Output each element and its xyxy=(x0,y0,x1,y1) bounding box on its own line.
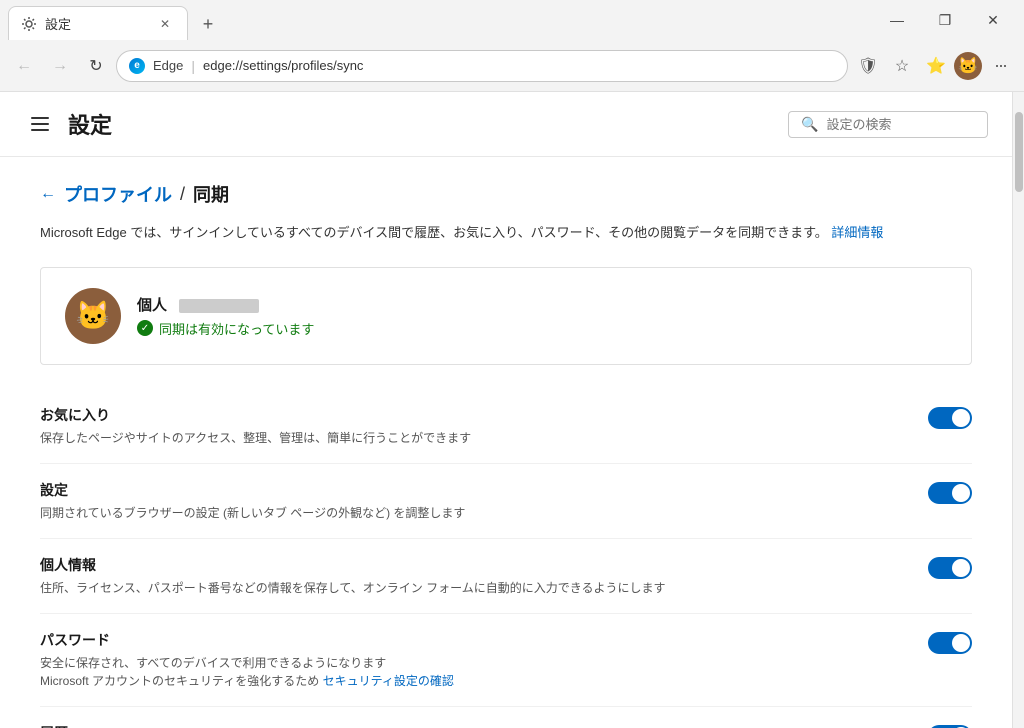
profile-name: 個人 xyxy=(137,294,314,315)
sync-item-passwords: パスワード 安全に保存され、すべてのデバイスで利用できるようになります Micr… xyxy=(40,614,972,707)
breadcrumb-current: 同期 xyxy=(193,181,229,207)
tab-group: 設定 ✕ + xyxy=(8,0,224,40)
scrollbar-thumb[interactable] xyxy=(1015,112,1023,192)
favorites-toggle-switch[interactable] xyxy=(928,407,972,429)
breadcrumb-separator: / xyxy=(180,184,185,205)
favorites-icon[interactable]: ☆ xyxy=(886,50,918,82)
sync-items-list: お気に入り 保存したページやサイトのアクセス、整理、管理は、簡単に行うことができ… xyxy=(40,389,972,728)
profile-picture: 🐱 xyxy=(65,288,121,344)
personal-info-toggle[interactable] xyxy=(928,557,972,579)
refresh-button[interactable]: ↻ xyxy=(80,50,112,82)
shield-icon[interactable]: 🛡 xyxy=(852,50,884,82)
close-button[interactable]: ✕ xyxy=(970,0,1016,40)
history-toggle-switch[interactable] xyxy=(928,725,972,728)
learn-more-link[interactable]: 詳細情報 xyxy=(831,225,883,240)
collections-icon[interactable]: ⭐ xyxy=(920,50,952,82)
more-button[interactable]: ··· xyxy=(984,50,1016,82)
sync-item-favorites-title: お気に入り xyxy=(40,405,912,425)
new-tab-button[interactable]: + xyxy=(192,8,224,40)
personal-info-toggle-switch[interactable] xyxy=(928,557,972,579)
address-separator: | xyxy=(191,58,195,74)
passwords-toggle-knob xyxy=(952,634,970,652)
hamburger-button[interactable] xyxy=(24,108,56,140)
sync-status: ✓ 同期は有効になっています xyxy=(137,319,314,338)
history-toggle[interactable] xyxy=(928,725,972,728)
passwords-toggle-switch[interactable] xyxy=(928,632,972,654)
title-bar-right: — ❐ ✕ xyxy=(874,0,1016,40)
hamburger-line-3 xyxy=(31,129,49,131)
tab-title: 設定 xyxy=(45,14,147,33)
sync-item-settings-info: 設定 同期されているブラウザーの設定 (新しいタブ ページの外観など) を調整し… xyxy=(40,480,912,522)
edge-logo: e xyxy=(129,58,145,74)
address-url: edge://settings/profiles/sync xyxy=(203,58,835,73)
page-content: ← プロファイル / 同期 Microsoft Edge では、サインインしてい… xyxy=(0,157,1012,728)
browser-window: 設定 ✕ + — ❐ ✕ ← → ↻ e Edge | edge://setti… xyxy=(0,0,1024,728)
settings-toggle[interactable] xyxy=(928,482,972,504)
profile-avatar[interactable]: 🐱 xyxy=(954,52,982,80)
security-settings-link[interactable]: セキュリティ設定の確認 xyxy=(323,674,454,688)
settings-toggle-knob xyxy=(952,484,970,502)
sync-item-passwords-title: パスワード xyxy=(40,630,912,650)
title-bar: 設定 ✕ + — ❐ ✕ xyxy=(0,0,1024,40)
scrollbar[interactable] xyxy=(1012,92,1024,728)
breadcrumb-profile-link[interactable]: プロファイル xyxy=(64,181,172,207)
favorites-toggle-knob xyxy=(952,409,970,427)
hamburger-line-2 xyxy=(31,123,49,125)
sync-item-favorites-desc: 保存したページやサイトのアクセス、整理、管理は、簡単に行うことができます xyxy=(40,429,912,447)
address-bar: ← → ↻ e Edge | edge://settings/profiles/… xyxy=(0,40,1024,92)
sync-item-history: 履歴 Microsoft Edge でアクセスした Web ページを確認できます xyxy=(40,707,972,728)
passwords-toggle[interactable] xyxy=(928,632,972,654)
sync-item-passwords-desc: 安全に保存され、すべてのデバイスで利用できるようになります Microsoft … xyxy=(40,654,912,690)
profile-card: 🐱 個人 ✓ 同期は有効になっています xyxy=(40,267,972,365)
favorites-toggle[interactable] xyxy=(928,407,972,429)
address-brand: Edge xyxy=(153,58,183,73)
back-button[interactable]: ← xyxy=(8,50,40,82)
sync-item-personal-info-title: 個人情報 xyxy=(40,555,912,575)
tab-close-button[interactable]: ✕ xyxy=(155,14,175,34)
sync-item-favorites-info: お気に入り 保存したページやサイトのアクセス、整理、管理は、簡単に行うことができ… xyxy=(40,405,912,447)
settings-search-box[interactable]: 🔍 xyxy=(788,111,988,138)
profile-info: 個人 ✓ 同期は有効になっています xyxy=(137,294,314,338)
sync-item-personal-info-info: 個人情報 住所、ライセンス、パスポート番号などの情報を保存して、オンライン フォ… xyxy=(40,555,912,597)
sync-item-history-info: 履歴 Microsoft Edge でアクセスした Web ページを確認できます xyxy=(40,723,912,728)
search-icon: 🔍 xyxy=(801,116,818,133)
hamburger-line-1 xyxy=(31,117,49,119)
title-bar-left: 設定 ✕ + xyxy=(8,0,224,40)
sync-item-personal-info: 個人情報 住所、ライセンス、パスポート番号などの情報を保存して、オンライン フォ… xyxy=(40,539,972,614)
address-actions: 🛡 ☆ ⭐ 🐱 ··· xyxy=(852,50,1016,82)
personal-info-toggle-knob xyxy=(952,559,970,577)
maximize-button[interactable]: ❐ xyxy=(922,0,968,40)
profile-name-blurred xyxy=(179,299,259,313)
sync-item-settings-title: 設定 xyxy=(40,480,912,500)
settings-title: 設定 xyxy=(68,108,112,140)
main-content: 設定 🔍 ← プロファイル / 同期 Microsoft Edg xyxy=(0,92,1024,728)
forward-button[interactable]: → xyxy=(44,50,76,82)
breadcrumb-back-button[interactable]: ← xyxy=(40,185,56,203)
sync-description: Microsoft Edge では、サインインしているすべてのデバイス間で履歴、… xyxy=(40,223,972,243)
sync-item-personal-info-desc: 住所、ライセンス、パスポート番号などの情報を保存して、オンライン フォームに自動… xyxy=(40,579,912,597)
settings-search-input[interactable] xyxy=(826,117,975,132)
sync-item-settings-desc: 同期されているブラウザーの設定 (新しいタブ ページの外観など) を調整します xyxy=(40,504,912,522)
content-area: 設定 🔍 ← プロファイル / 同期 Microsoft Edg xyxy=(0,92,1012,728)
settings-toggle-switch[interactable] xyxy=(928,482,972,504)
sync-status-icon: ✓ xyxy=(137,320,153,336)
minimize-button[interactable]: — xyxy=(874,0,920,40)
active-tab[interactable]: 設定 ✕ xyxy=(8,6,188,40)
address-input[interactable]: e Edge | edge://settings/profiles/sync xyxy=(116,50,848,82)
sync-item-passwords-info: パスワード 安全に保存され、すべてのデバイスで利用できるようになります Micr… xyxy=(40,630,912,690)
sync-item-settings: 設定 同期されているブラウザーの設定 (新しいタブ ページの外観など) を調整し… xyxy=(40,464,972,539)
settings-header: 設定 🔍 xyxy=(0,92,1012,157)
sync-item-favorites: お気に入り 保存したページやサイトのアクセス、整理、管理は、簡単に行うことができ… xyxy=(40,389,972,464)
breadcrumb: ← プロファイル / 同期 xyxy=(40,181,972,207)
sync-item-history-title: 履歴 xyxy=(40,723,912,728)
settings-title-row: 設定 xyxy=(24,108,112,140)
tab-settings-icon xyxy=(21,16,37,32)
